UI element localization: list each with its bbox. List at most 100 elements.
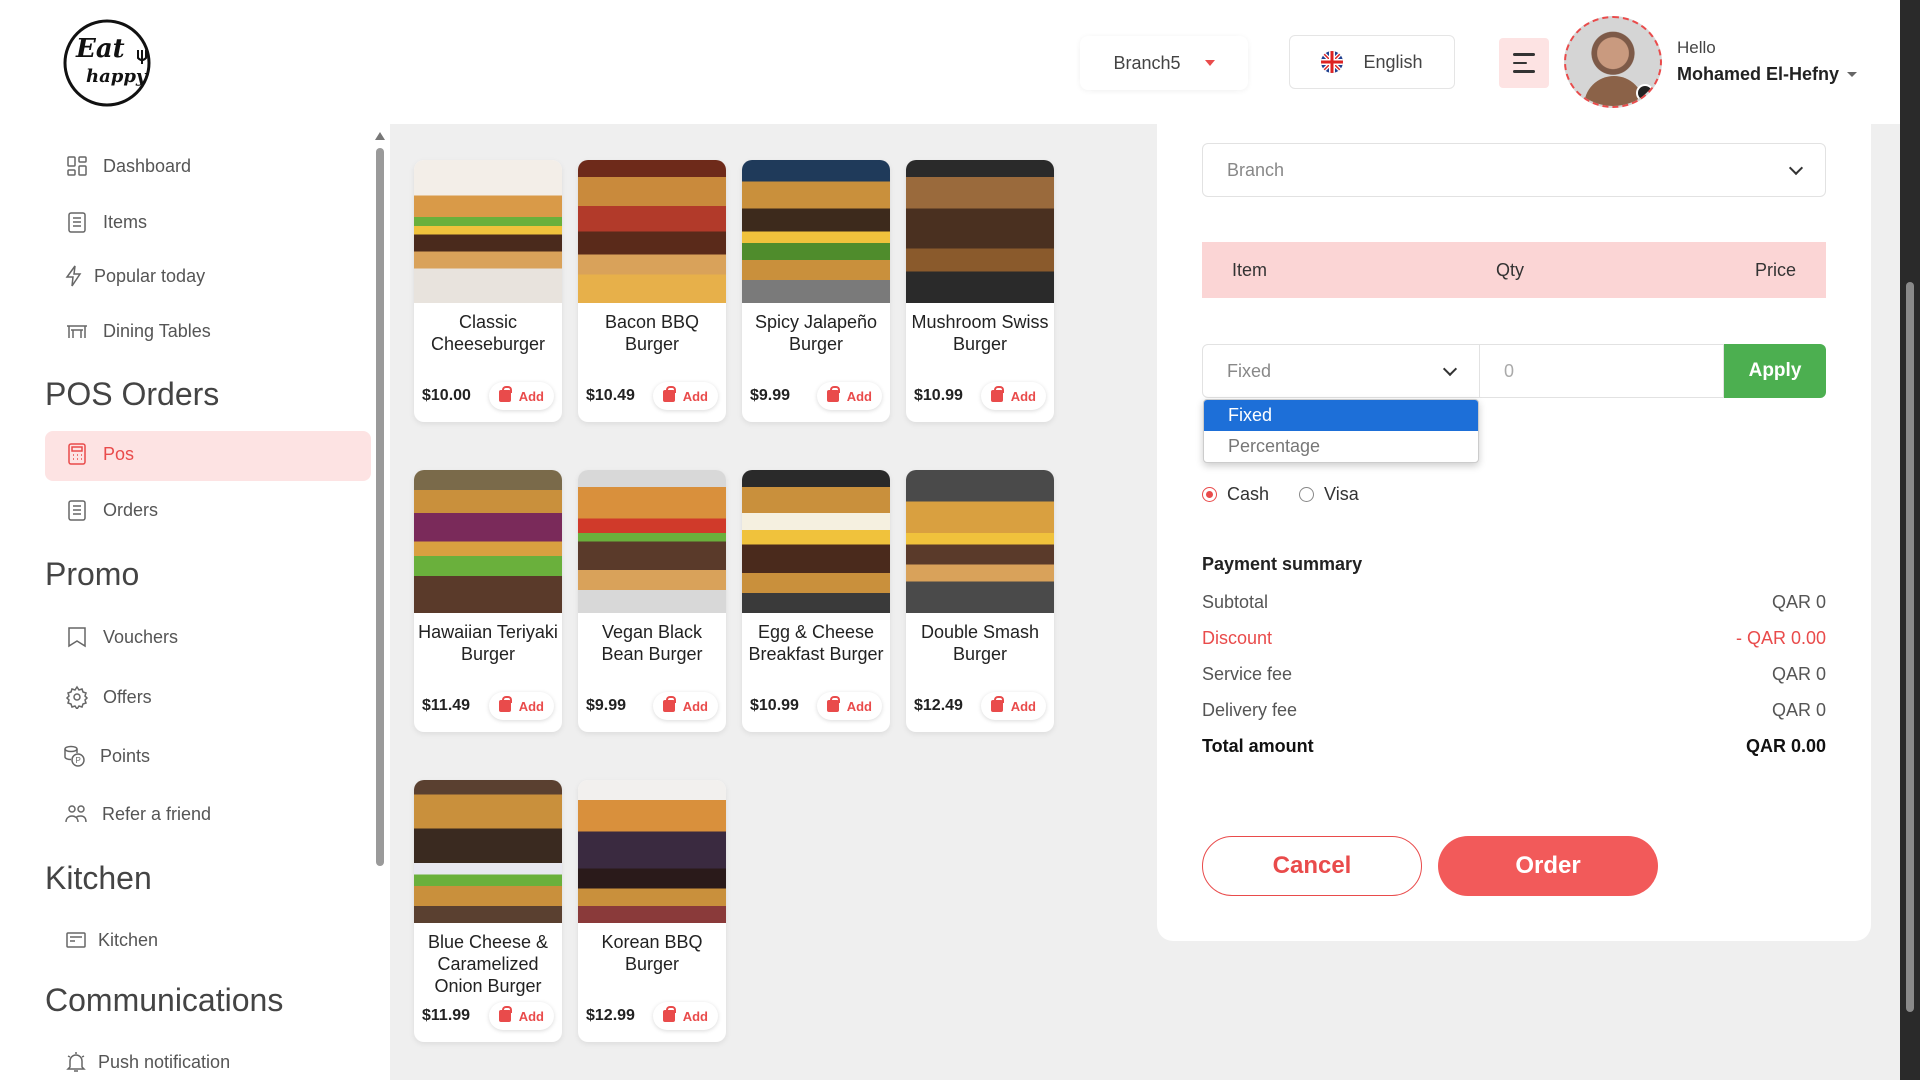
svg-text:P: P bbox=[76, 756, 81, 765]
dropdown-option-percentage[interactable]: Percentage bbox=[1204, 431, 1478, 462]
product-card[interactable]: Mushroom Swiss Burger $10.99 Add bbox=[906, 160, 1054, 422]
shopping-bag-icon bbox=[662, 386, 676, 402]
add-to-cart-button[interactable]: Add bbox=[652, 1002, 718, 1030]
burger-image bbox=[414, 780, 562, 923]
product-card[interactable]: Double Smash Burger $12.49 Add bbox=[906, 470, 1054, 732]
summary-value: QAR 0 bbox=[1771, 664, 1826, 684]
sidebar-item-kitchen[interactable]: Kitchen bbox=[64, 928, 158, 952]
shopping-bag-icon bbox=[662, 1006, 676, 1022]
page-scrollbar[interactable] bbox=[1900, 0, 1920, 1080]
sidebar-item-label: Push notification bbox=[98, 1051, 231, 1072]
burger-image bbox=[578, 780, 726, 923]
edit-badge-icon[interactable] bbox=[1636, 84, 1654, 102]
product-name: Vegan Black Bean Burger bbox=[601, 622, 703, 664]
product-card[interactable]: Spicy Jalapeño Burger $9.99 Add bbox=[742, 160, 890, 422]
product-price: $12.49 bbox=[914, 697, 963, 714]
payment-option-visa[interactable]: Visa bbox=[1299, 484, 1359, 505]
user-name-dropdown[interactable]: Mohamed El-Hefny bbox=[1677, 64, 1858, 85]
order-button[interactable]: Order bbox=[1438, 836, 1658, 896]
branch-select[interactable]: Branch bbox=[1202, 143, 1826, 197]
sidebar-item-popular-today[interactable]: Popular today bbox=[62, 264, 205, 288]
sidebar-item-dining-tables[interactable]: Dining Tables bbox=[65, 319, 211, 343]
payment-option-cash[interactable]: Cash bbox=[1202, 484, 1269, 505]
shopping-bag-icon bbox=[990, 696, 1004, 712]
product-card[interactable]: Blue Cheese & Caramelized Onion Burger $… bbox=[414, 780, 562, 1042]
sidebar-item-vouchers[interactable]: Vouchers bbox=[65, 625, 178, 649]
sidebar-scroll-thumb[interactable] bbox=[376, 148, 384, 866]
sidebar-item-pos[interactable]: Pos bbox=[65, 442, 134, 466]
shopping-bag-icon bbox=[498, 386, 512, 402]
sidebar-item-dashboard[interactable]: Dashboard bbox=[65, 154, 191, 178]
add-to-cart-button[interactable]: Add bbox=[488, 692, 554, 720]
product-card[interactable]: Classic Cheeseburger $10.00 Add bbox=[414, 160, 562, 422]
product-card[interactable]: Hawaiian Teriyaki Burger $11.49 Add bbox=[414, 470, 562, 732]
section-heading-kitchen: Kitchen bbox=[45, 860, 152, 896]
coins-icon: P bbox=[64, 745, 85, 767]
sidebar-item-label: Pos bbox=[103, 443, 135, 464]
discount-value-input[interactable]: 0 bbox=[1480, 344, 1724, 398]
burger-image bbox=[578, 470, 726, 613]
sidebar-item-items[interactable]: Items bbox=[65, 210, 147, 234]
sidebar-item-orders[interactable]: Orders bbox=[65, 498, 158, 522]
product-name: Hawaiian Teriyaki Burger bbox=[418, 622, 558, 664]
product-card[interactable]: Egg & Cheese Breakfast Burger $10.99 Add bbox=[742, 470, 890, 732]
product-name: Spicy Jalapeño Burger bbox=[754, 312, 878, 354]
list-icon bbox=[68, 212, 86, 233]
sidebar-item-push-notification[interactable]: Push notification bbox=[64, 1050, 230, 1074]
order-items-table-header: Item Qty Price bbox=[1202, 242, 1826, 298]
radio-unselected-icon[interactable] bbox=[1299, 487, 1315, 502]
hamburger-menu-button[interactable] bbox=[1499, 38, 1549, 88]
product-card[interactable]: Bacon BBQ Burger $10.49 Add bbox=[578, 160, 726, 422]
add-to-cart-button[interactable]: Add bbox=[652, 692, 718, 720]
language-selector[interactable]: English bbox=[1289, 35, 1455, 89]
sidebar-item-refer-a-friend[interactable]: Refer a friend bbox=[64, 802, 211, 826]
summary-label: Discount bbox=[1202, 628, 1273, 648]
user-name: Mohamed El-Hefny bbox=[1677, 64, 1840, 84]
product-card[interactable]: Korean BBQ Burger $12.99 Add bbox=[578, 780, 726, 1042]
summary-row-delivery-fee: Delivery fee QAR 0 bbox=[1202, 700, 1826, 721]
user-avatar[interactable] bbox=[1564, 16, 1662, 108]
add-to-cart-button[interactable]: Add bbox=[816, 692, 882, 720]
add-to-cart-button[interactable]: Add bbox=[980, 692, 1046, 720]
discount-type-select[interactable]: Fixed bbox=[1202, 344, 1480, 398]
sidebar-item-label: Vouchers bbox=[103, 626, 179, 647]
scroll-up-arrow-icon[interactable] bbox=[375, 132, 385, 140]
sidebar-item-offers[interactable]: Offers bbox=[65, 685, 152, 709]
section-heading-promo: Promo bbox=[45, 556, 140, 592]
page-scroll-thumb[interactable] bbox=[1906, 282, 1914, 1012]
summary-row-subtotal: Subtotal QAR 0 bbox=[1202, 592, 1826, 613]
add-to-cart-button[interactable]: Add bbox=[816, 382, 882, 410]
discount-type-dropdown[interactable]: Fixed Percentage bbox=[1203, 399, 1479, 463]
summary-row-service-fee: Service fee QAR 0 bbox=[1202, 664, 1826, 685]
add-to-cart-button[interactable]: Add bbox=[980, 382, 1046, 410]
branch-selector[interactable]: Branch5 bbox=[1080, 36, 1248, 90]
add-to-cart-button[interactable]: Add bbox=[488, 1002, 554, 1030]
dropdown-option-fixed[interactable]: Fixed bbox=[1204, 400, 1478, 431]
sidebar-item-label: Offers bbox=[103, 686, 152, 707]
sidebar-item-points[interactable]: P Points bbox=[62, 744, 150, 768]
burger-image bbox=[906, 160, 1054, 303]
chevron-down-icon bbox=[1788, 160, 1804, 175]
logo-text-eat: Eat bbox=[75, 34, 125, 64]
sidebar-scrollbar[interactable] bbox=[373, 128, 387, 1080]
burger-image bbox=[578, 160, 726, 303]
product-name: Classic Cheeseburger bbox=[430, 312, 546, 354]
list-icon bbox=[68, 500, 86, 521]
product-price: $12.99 bbox=[586, 1007, 635, 1024]
radio-selected-icon[interactable] bbox=[1202, 487, 1217, 502]
product-card[interactable]: Vegan Black Bean Burger $9.99 Add bbox=[578, 470, 726, 732]
add-label: Add bbox=[1010, 698, 1036, 714]
section-heading-pos-orders: POS Orders bbox=[45, 376, 220, 412]
sidebar-item-label: Kitchen bbox=[98, 929, 159, 950]
sidebar-item-label: Dashboard bbox=[103, 155, 192, 176]
summary-label: Total amount bbox=[1202, 736, 1314, 756]
add-to-cart-button[interactable]: Add bbox=[652, 382, 718, 410]
summary-value: - QAR 0.00 bbox=[1735, 628, 1826, 648]
eat-happy-logo[interactable]: Eat happy bbox=[58, 16, 156, 108]
add-label: Add bbox=[518, 1008, 544, 1024]
sidebar-item-label: Dining Tables bbox=[103, 320, 211, 341]
add-to-cart-button[interactable]: Add bbox=[488, 382, 554, 410]
shopping-bag-icon bbox=[498, 696, 512, 712]
apply-discount-button[interactable]: Apply bbox=[1724, 344, 1826, 398]
cancel-button[interactable]: Cancel bbox=[1202, 836, 1422, 896]
